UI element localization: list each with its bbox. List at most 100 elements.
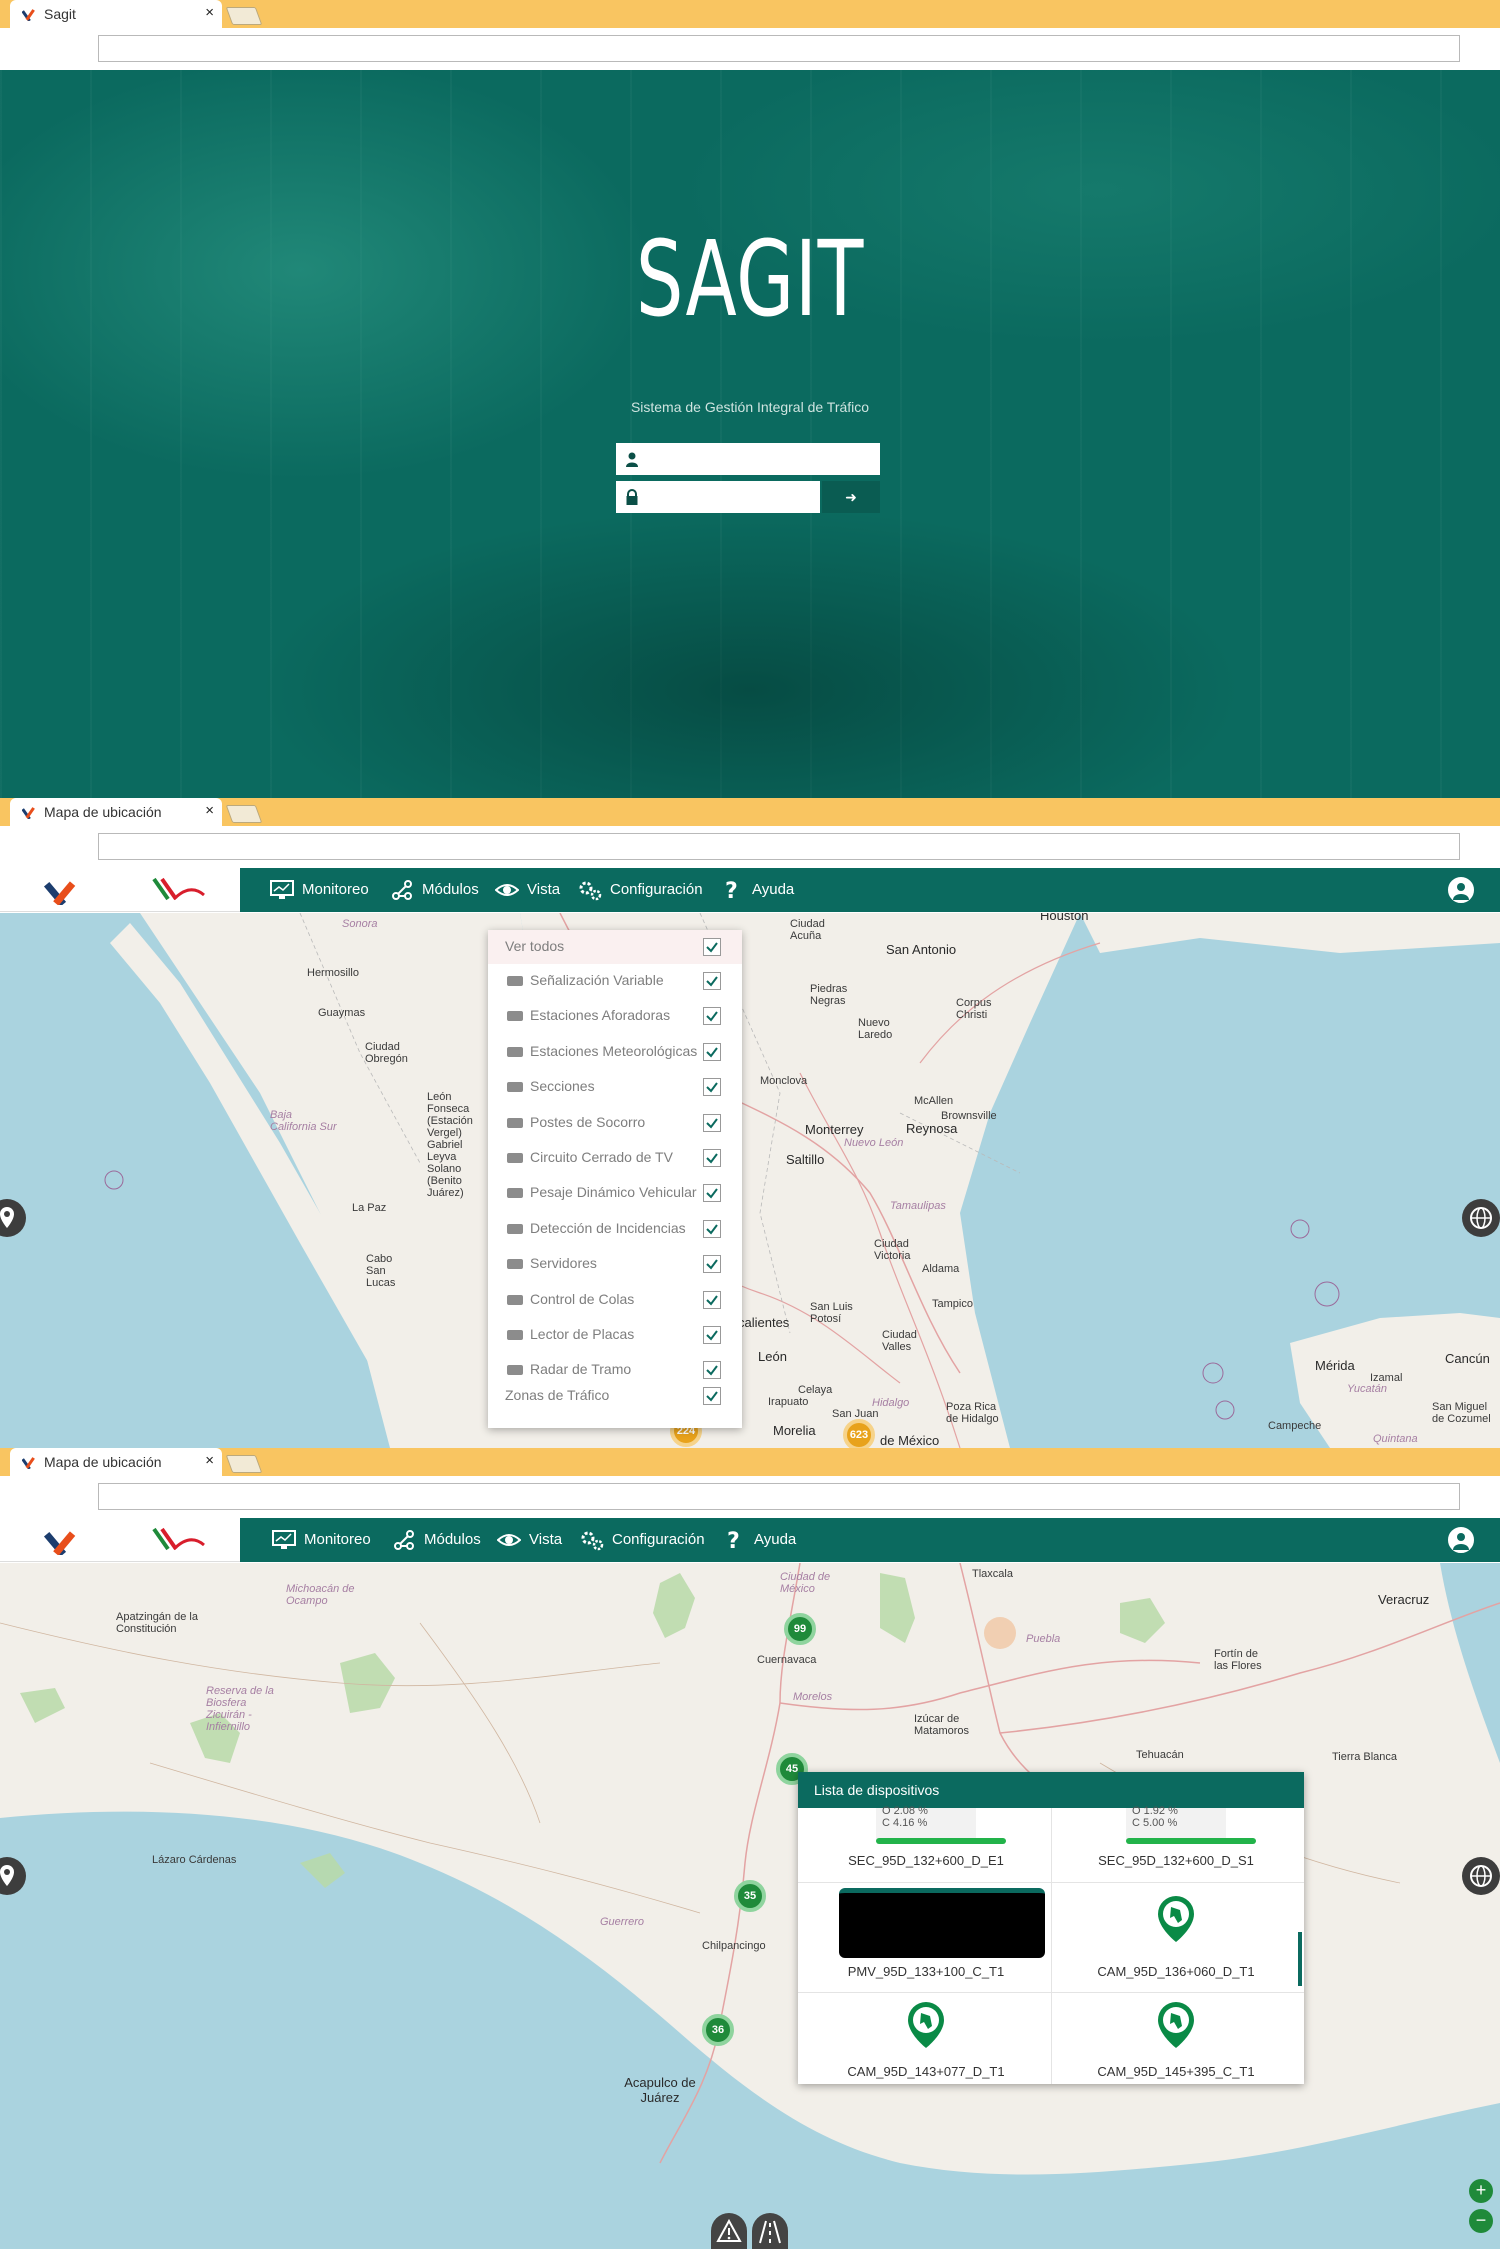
vista-menu-checkbox[interactable] — [703, 972, 721, 990]
password-field[interactable] — [616, 481, 820, 513]
vista-menu-checkbox[interactable] — [703, 1078, 721, 1097]
vista-menu-checkbox[interactable] — [703, 1113, 721, 1132]
nav-configuracion[interactable]: Configuración — [578, 868, 703, 912]
zonas-trafico-row[interactable]: Zonas de Tráfico — [488, 1379, 742, 1413]
ver-todos-checkbox[interactable] — [703, 938, 721, 956]
device-cluster-marker[interactable]: 36 — [702, 2014, 734, 2046]
new-tab-button[interactable] — [225, 7, 263, 25]
vista-menu-checkbox[interactable] — [703, 1361, 721, 1380]
road-icon — [759, 2220, 781, 2244]
device-card-section[interactable]: O 1.92 % C 5.00 % SEC_95D_132+600_D_S1 — [1051, 1805, 1301, 1882]
user-account-button[interactable] — [1448, 1527, 1474, 1553]
eye-icon — [495, 884, 519, 896]
tab-title: Mapa de ubicación — [44, 804, 162, 820]
device-card-section[interactable]: O 2.08 % C 4.16 % SEC_95D_132+600_D_E1 — [801, 1805, 1051, 1882]
new-tab-button[interactable] — [225, 805, 263, 823]
map-label: Saltillo — [786, 1152, 825, 1167]
login-submit-button[interactable]: ➜ — [822, 481, 880, 513]
vista-menu-label: Estaciones Aforadoras — [530, 1007, 671, 1024]
tab-bar: Mapa de ubicación × — [0, 1448, 1500, 1476]
device-name: CAM_95D_143+077_D_T1 — [847, 2064, 1005, 2079]
alerts-button[interactable] — [711, 2213, 747, 2249]
map-canvas-north[interactable]: Sonora Hermosillo Guaymas Ciudad Obregón… — [0, 913, 1500, 1448]
vista-menu-item[interactable]: Pesaje Dinámico Vehicular — [488, 1176, 742, 1210]
address-bar[interactable] — [98, 1483, 1460, 1510]
vista-menu-checkbox[interactable] — [703, 1007, 721, 1026]
nav-vista[interactable]: Vista — [497, 1518, 562, 1562]
vista-menu-item[interactable]: Señalización Variable — [488, 964, 742, 998]
vista-menu-checkbox[interactable] — [703, 1184, 721, 1203]
vista-menu-item[interactable]: Secciones — [488, 1070, 742, 1104]
address-bar[interactable] — [98, 35, 1460, 62]
tab-mapa[interactable]: Mapa de ubicación × — [10, 798, 222, 826]
address-row — [0, 28, 1500, 70]
vista-menu-item[interactable]: Estaciones Meteorológicas — [488, 1035, 742, 1069]
tab-mapa[interactable]: Mapa de ubicación × — [10, 1448, 222, 1476]
tab-close-icon[interactable]: × — [205, 802, 214, 819]
nav-label: Módulos — [424, 1531, 481, 1548]
zonas-trafico-checkbox[interactable] — [703, 1387, 721, 1405]
zoom-out-button[interactable]: − — [1469, 2209, 1493, 2233]
congestion-stat: C 4.16 % — [882, 1817, 928, 1829]
map-label: Aldama — [922, 1263, 960, 1275]
location-pin-button[interactable] — [0, 1857, 26, 1895]
svg-text:?: ? — [727, 1529, 740, 1551]
vista-menu-checkbox[interactable] — [703, 1290, 721, 1309]
map-label: Fortín de las Flores — [1214, 1648, 1262, 1672]
nav-modulos[interactable]: Módulos — [392, 1518, 481, 1562]
globe-layers-button[interactable] — [1462, 1857, 1500, 1895]
app-subtitle: Sistema de Gestión Integral de Tráfico — [630, 399, 870, 415]
vista-menu-item[interactable]: Estaciones Aforadoras — [488, 999, 742, 1033]
nav-ayuda[interactable]: ? Ayuda — [720, 868, 794, 912]
nav-configuracion[interactable]: Configuración — [580, 1518, 705, 1562]
vista-menu-checkbox[interactable] — [703, 1255, 721, 1274]
ver-todos-row[interactable]: Ver todos — [488, 930, 742, 964]
vista-menu-checkbox[interactable] — [703, 1219, 721, 1238]
login-background — [0, 70, 1500, 798]
vista-menu-checkbox[interactable] — [703, 1149, 721, 1167]
tab-close-icon[interactable]: × — [205, 1452, 214, 1469]
nav-monitoreo[interactable]: Monitoreo — [272, 1518, 371, 1562]
camera-marker-icon — [1158, 2002, 1194, 2048]
sign-display — [839, 1888, 1045, 1958]
tab-close-icon[interactable]: × — [205, 4, 214, 21]
vista-menu-item[interactable]: Postes de Socorro — [488, 1106, 742, 1140]
user-avatar-icon — [1453, 883, 1469, 900]
road-view-button[interactable] — [752, 2213, 788, 2249]
vista-menu-checkbox[interactable] — [703, 1326, 721, 1344]
vista-menu-checkbox[interactable] — [703, 1042, 721, 1061]
map-label: Tlaxcala — [972, 1568, 1013, 1580]
vista-menu-item[interactable]: Detección de Incidencias — [488, 1212, 742, 1246]
vista-menu-item[interactable]: Lector de Placas — [488, 1318, 742, 1352]
device-card-camera[interactable]: CAM_95D_143+077_D_T1 — [801, 1994, 1051, 2084]
username-field[interactable] — [616, 443, 880, 475]
location-pin-button[interactable] — [0, 1199, 26, 1237]
vista-menu-item[interactable]: Servidores — [488, 1247, 742, 1281]
nav-ayuda[interactable]: ? Ayuda — [722, 1518, 796, 1562]
device-name: SEC_95D_132+600_D_E1 — [848, 1853, 1004, 1868]
device-card-sign[interactable]: PMV_95D_133+100_C_T1 — [801, 1886, 1051, 1986]
device-cluster-marker[interactable]: 35 — [734, 1880, 766, 1912]
app-navbar: Monitoreo Módulos Vista Configuración ? … — [0, 1518, 1500, 1562]
address-bar[interactable] — [98, 833, 1460, 860]
vista-menu-label: Secciones — [530, 1078, 595, 1095]
map-label: San Antonio — [886, 942, 957, 957]
map-label: Guerrero — [600, 1916, 645, 1928]
device-card-camera[interactable]: CAM_95D_145+395_C_T1 — [1051, 1994, 1301, 2084]
new-tab-button[interactable] — [225, 1455, 263, 1473]
globe-icon — [1470, 1865, 1492, 1887]
list-scrollbar[interactable] — [1298, 1932, 1302, 1986]
nav-modulos[interactable]: Módulos — [390, 868, 479, 912]
device-cluster-marker[interactable]: 623 — [843, 1419, 875, 1448]
device-card-camera[interactable]: CAM_95D_136+060_D_T1 — [1051, 1886, 1301, 1986]
nav-monitoreo[interactable]: Monitoreo — [270, 868, 369, 912]
tab-sagit[interactable]: Sagit × — [10, 0, 222, 28]
user-account-button[interactable] — [1448, 877, 1474, 903]
counting-station-icon — [507, 1011, 523, 1022]
vista-menu-item[interactable]: Control de Colas — [488, 1283, 742, 1317]
vista-menu-item[interactable]: Circuito Cerrado de TV — [488, 1141, 742, 1175]
nav-vista[interactable]: Vista — [495, 868, 560, 912]
globe-layers-button[interactable] — [1462, 1199, 1500, 1237]
device-cluster-marker[interactable]: 99 — [784, 1613, 816, 1645]
zoom-in-button[interactable]: + — [1469, 2179, 1493, 2203]
